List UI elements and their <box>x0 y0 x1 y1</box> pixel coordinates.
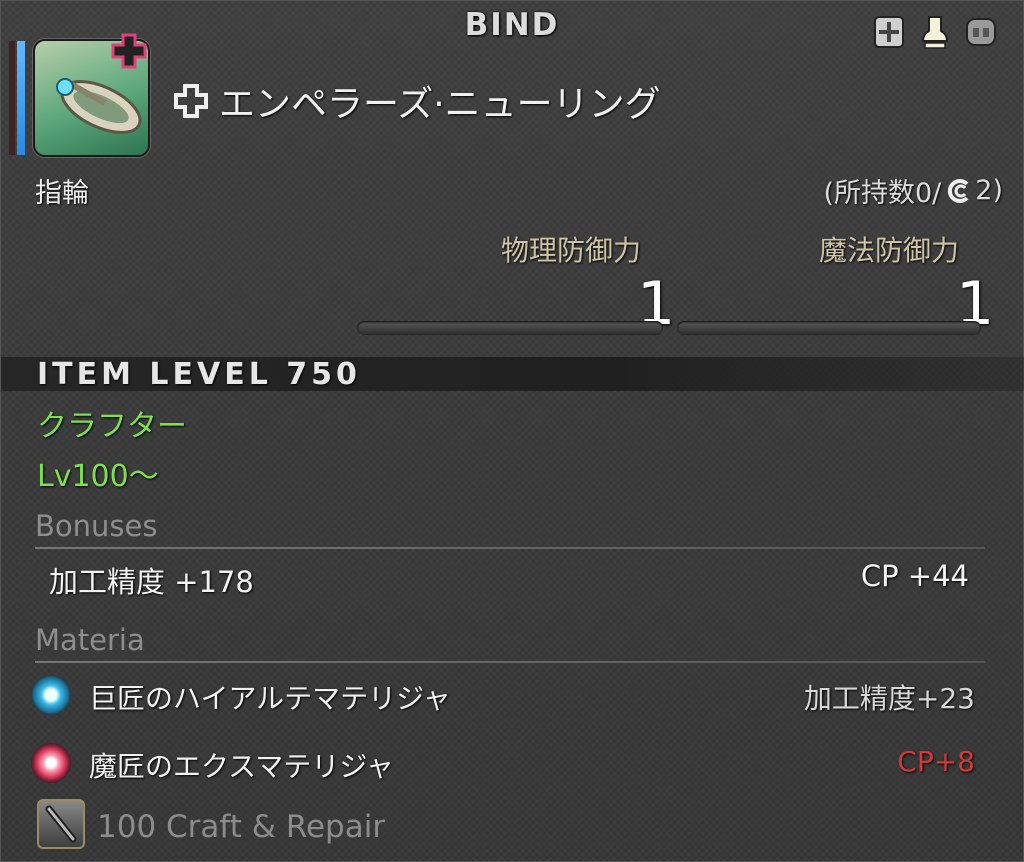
armoury-chest-icon <box>874 16 904 48</box>
class-restriction: クラフター <box>37 409 187 444</box>
materia-2-name: 魔匠のエクスマテリジャ <box>89 750 394 783</box>
bind-title: BIND <box>464 7 560 43</box>
spiritbond-bar <box>17 41 25 155</box>
item-type: 指輪 <box>35 178 89 209</box>
item-level: ITEM LEVEL 750 <box>37 357 361 392</box>
materia-red-icon[interactable] <box>31 743 71 783</box>
item-tooltip-panel: BIND エンペラーズ·ニューリング 指輪 (所持数0/ 2) 物理防御力 魔法… <box>0 0 1024 862</box>
bonus-craftsmanship: 加工精度 +178 <box>49 565 254 599</box>
magic-defense-bar <box>677 321 981 335</box>
bonus-cp: CP +44 <box>860 559 969 593</box>
wrench-icon <box>45 805 77 843</box>
high-quality-icon <box>948 178 969 203</box>
materia-title: Materia <box>35 623 145 657</box>
item-count: (所持数0/ 2) <box>823 171 1003 210</box>
glamour-dresser-icon <box>921 16 949 49</box>
repair-tool-icon <box>37 799 85 849</box>
bonuses-title: Bonuses <box>35 509 158 543</box>
item-count-suffix: 2) <box>975 175 1003 206</box>
materia-divider <box>35 661 985 663</box>
retainer-market-icon <box>966 18 996 46</box>
plus-outline-icon <box>174 84 208 118</box>
repair-info: 100 Craft & Repair <box>97 809 386 845</box>
durability-bar-track <box>9 41 15 155</box>
header-icons <box>873 13 997 51</box>
materia-1-name: 巨匠のハイアルテマテリジャ <box>89 682 451 715</box>
materia-2-value: CP+8 <box>897 745 975 778</box>
materia-1-value: 加工精度+23 <box>803 682 975 715</box>
item-name-row: エンペラーズ·ニューリング <box>173 75 661 127</box>
item-name: エンペラーズ·ニューリング <box>219 84 661 125</box>
bonuses-divider <box>35 547 985 549</box>
physical-defense-bar <box>357 321 663 335</box>
magic-defense-label: 魔法防御力 <box>819 234 960 267</box>
level-requirement: Lv100～ <box>37 459 159 494</box>
materia-blue-icon[interactable] <box>31 675 71 715</box>
item-count-prefix: (所持数0/ <box>823 178 942 209</box>
glamour-plus-icon <box>111 33 147 69</box>
physical-defense-label: 物理防御力 <box>501 234 642 267</box>
